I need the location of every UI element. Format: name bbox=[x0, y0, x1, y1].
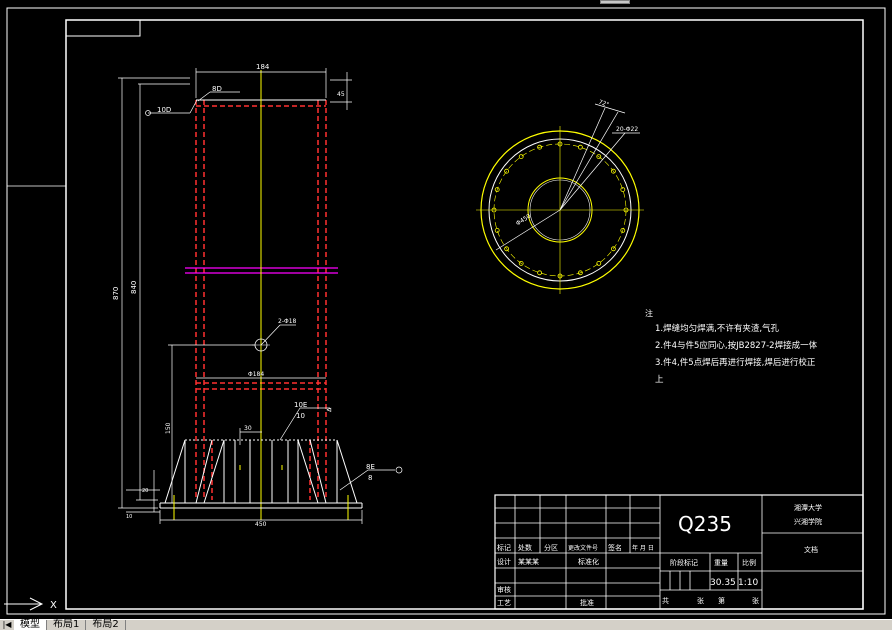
tab-nav-first-icon[interactable]: |◀ bbox=[0, 620, 14, 630]
dim-small: 10 bbox=[126, 514, 132, 520]
designer-label: 设计 bbox=[497, 557, 511, 566]
dim-top-offset: 45 bbox=[337, 91, 345, 98]
drawing-canvas[interactable]: 184 45 10D 8D 870 840 2-Φ18 Φ184 150 30 … bbox=[0, 0, 892, 630]
dim-base-thick: 20 bbox=[142, 488, 148, 494]
scale-label: 比例 bbox=[742, 558, 756, 567]
dim-inner-height: 840 bbox=[130, 281, 138, 294]
doc-label: 文档 bbox=[804, 545, 818, 554]
designer-name: 某某某 bbox=[518, 558, 539, 566]
bolt-hole bbox=[537, 270, 542, 276]
corner-code-box bbox=[65, 19, 141, 37]
ucs-icon: X bbox=[4, 597, 57, 611]
weld-flag-1: ⊲ bbox=[326, 406, 332, 414]
org-line-1: 湘潭大学 bbox=[794, 503, 822, 512]
th-change: 更改文件号 bbox=[568, 544, 598, 552]
dim-inner-width: Φ184 bbox=[248, 371, 264, 378]
weld-side-a: 8E bbox=[366, 463, 375, 471]
top-view: 72° Φ450 20-Φ22 bbox=[476, 99, 644, 294]
dim-base-width: 450 bbox=[255, 521, 267, 528]
dim-hole: 2-Φ18 bbox=[278, 318, 297, 325]
inner-frame bbox=[65, 19, 864, 610]
standardize-label: 标准化 bbox=[578, 557, 599, 566]
pcd-label: Φ450 bbox=[515, 213, 533, 228]
th-sign: 签名 bbox=[608, 543, 622, 552]
outer-frame bbox=[6, 7, 886, 615]
notes-heading: 注 bbox=[645, 308, 653, 318]
bolt-hole bbox=[578, 144, 583, 150]
tab-layout2[interactable]: 布局2 bbox=[86, 620, 126, 630]
scale-value: 1:10 bbox=[738, 578, 758, 588]
sheet-no-label: 第 bbox=[718, 596, 725, 605]
note-line-1: 1.焊缝均匀焊满,不许有夹渣,气孔 bbox=[655, 323, 780, 334]
material-label: Q235 bbox=[678, 512, 732, 536]
dim-top-width: 184 bbox=[256, 63, 270, 71]
th-date: 年 月 日 bbox=[632, 544, 654, 552]
technical-notes: 注 1.焊缝均匀焊满,不许有夹渣,气孔 2.件4与件5应同心,按JB2827-2… bbox=[645, 308, 818, 385]
dim-chamfer: 10D bbox=[157, 106, 171, 114]
weld-side-b: 8 bbox=[368, 474, 372, 482]
th-mark: 标记 bbox=[497, 543, 511, 552]
note-line-2: 2.件4与件5应同心,按JB2827-2焊接成一体 bbox=[655, 340, 818, 351]
bolt-hole bbox=[620, 187, 626, 193]
checker-label: 审核 bbox=[497, 585, 511, 594]
note-line-3: 3.件4,件5点焊后再进行焊接,焊后进行校正 bbox=[655, 357, 816, 368]
dim-total-height: 870 bbox=[112, 287, 120, 300]
angle-label: 72° bbox=[597, 99, 609, 109]
th-zone: 分区 bbox=[544, 543, 558, 552]
cad-model-space[interactable]: 184 45 10D 8D 870 840 2-Φ18 Φ184 150 30 … bbox=[0, 0, 892, 630]
weld-top-b: 10 bbox=[296, 412, 305, 420]
th-count: 处数 bbox=[518, 543, 532, 552]
org-line-2: 兴湘学院 bbox=[794, 517, 822, 526]
dim-base-height: 150 bbox=[165, 422, 172, 434]
bolt-spec-label: 20-Φ22 bbox=[616, 126, 638, 133]
sheets-unit-label: 张 bbox=[697, 596, 704, 605]
tab-model[interactable]: 模型 bbox=[14, 620, 47, 630]
bolt-hole bbox=[596, 260, 602, 266]
weld-top-a: 10E bbox=[294, 401, 307, 409]
front-view: 184 45 10D 8D 870 840 2-Φ18 Φ184 150 30 … bbox=[112, 63, 403, 528]
ucs-x-label: X bbox=[50, 600, 57, 611]
dim-pipe: 8D bbox=[212, 85, 222, 93]
stage-mark-label: 阶段标记 bbox=[670, 558, 698, 567]
layout-tab-bar: |◀ 模型 布局1 布局2 bbox=[0, 619, 892, 630]
sheet-end-label: 张 bbox=[752, 596, 759, 605]
sheets-total-label: 共 bbox=[662, 596, 669, 605]
weight-value: 30.35 bbox=[710, 578, 736, 588]
note-line-4: 上 bbox=[655, 375, 664, 385]
approve-label: 批准 bbox=[580, 598, 594, 607]
bolt-hole bbox=[494, 227, 500, 233]
tab-layout1[interactable]: 布局1 bbox=[47, 620, 87, 630]
dim-rib-gap: 30 bbox=[244, 425, 252, 432]
weight-label: 重量 bbox=[714, 559, 728, 567]
process-label: 工艺 bbox=[497, 599, 511, 607]
bolt-hole bbox=[518, 154, 524, 160]
